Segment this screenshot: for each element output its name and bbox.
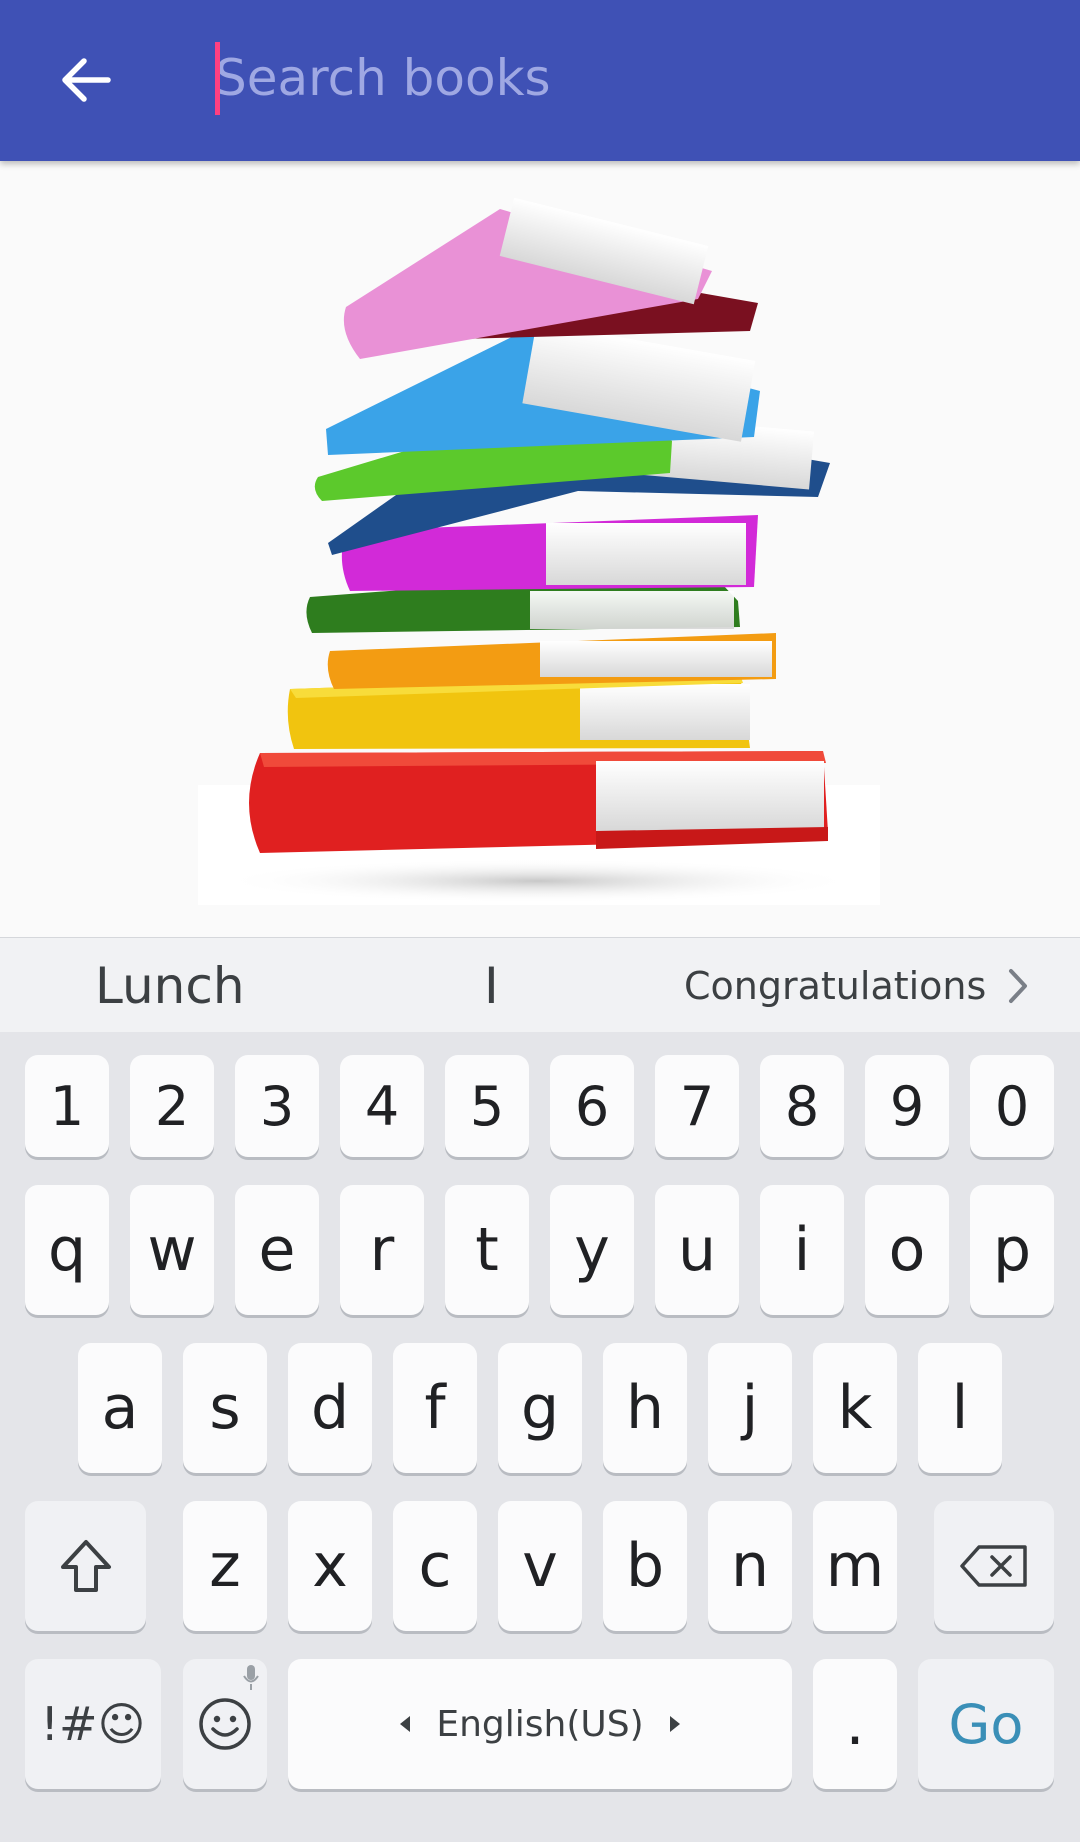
- key-i[interactable]: i: [760, 1185, 844, 1315]
- key-w[interactable]: w: [130, 1185, 214, 1315]
- chevron-right-icon: [1009, 968, 1027, 1003]
- keyboard: 1 2 3 4 5 6 7 8 9 0 q w e r t y u i o p …: [0, 1032, 1080, 1842]
- key-e[interactable]: e: [235, 1185, 319, 1315]
- key-a[interactable]: a: [78, 1343, 162, 1473]
- key-r[interactable]: r: [340, 1185, 424, 1315]
- emoji-key[interactable]: [183, 1659, 267, 1789]
- space-key[interactable]: English(US): [288, 1659, 792, 1789]
- key-2[interactable]: 2: [130, 1055, 214, 1157]
- key-6[interactable]: 6: [550, 1055, 634, 1157]
- triangle-right-icon: [669, 1716, 680, 1732]
- key-8[interactable]: 8: [760, 1055, 844, 1157]
- suggestion-3[interactable]: Congratulations: [684, 938, 986, 1033]
- text-cursor: [215, 42, 220, 115]
- search-input[interactable]: [215, 49, 1015, 107]
- mic-icon: [243, 1665, 259, 1690]
- search-box[interactable]: [215, 40, 1035, 116]
- suggestion-1[interactable]: Lunch: [95, 938, 245, 1033]
- app-bar: [0, 0, 1080, 161]
- key-4[interactable]: 4: [340, 1055, 424, 1157]
- key-f[interactable]: f: [393, 1343, 477, 1473]
- triangle-left-icon: [400, 1716, 411, 1732]
- key-h[interactable]: h: [603, 1343, 687, 1473]
- backspace-key[interactable]: [934, 1501, 1054, 1631]
- key-t[interactable]: t: [445, 1185, 529, 1315]
- shift-key[interactable]: [25, 1501, 146, 1631]
- key-b[interactable]: b: [603, 1501, 687, 1631]
- key-0[interactable]: 0: [970, 1055, 1054, 1157]
- arrow-back-icon: [62, 58, 111, 102]
- backspace-icon: [960, 1545, 1027, 1587]
- key-o[interactable]: o: [865, 1185, 949, 1315]
- key-p[interactable]: p: [970, 1185, 1054, 1315]
- back-button[interactable]: [50, 40, 122, 120]
- key-s[interactable]: s: [183, 1343, 267, 1473]
- main-content: [0, 161, 1080, 937]
- key-y[interactable]: y: [550, 1185, 634, 1315]
- key-z[interactable]: z: [183, 1501, 267, 1631]
- key-9[interactable]: 9: [865, 1055, 949, 1157]
- suggestion-2[interactable]: I: [484, 938, 499, 1033]
- emoji-icon: [199, 1698, 251, 1750]
- key-g[interactable]: g: [498, 1343, 582, 1473]
- shift-icon: [60, 1540, 111, 1592]
- key-q[interactable]: q: [25, 1185, 109, 1315]
- period-key[interactable]: .: [813, 1659, 897, 1789]
- suggestion-bar: Lunch I Congratulations: [0, 937, 1080, 1033]
- symbols-key[interactable]: !#☺: [25, 1659, 161, 1789]
- key-k[interactable]: k: [813, 1343, 897, 1473]
- key-m[interactable]: m: [813, 1501, 897, 1631]
- key-j[interactable]: j: [708, 1343, 792, 1473]
- key-v[interactable]: v: [498, 1501, 582, 1631]
- key-n[interactable]: n: [708, 1501, 792, 1631]
- key-3[interactable]: 3: [235, 1055, 319, 1157]
- key-u[interactable]: u: [655, 1185, 739, 1315]
- suggestions-more-button[interactable]: [998, 938, 1038, 1033]
- go-key[interactable]: Go: [918, 1659, 1054, 1789]
- key-d[interactable]: d: [288, 1343, 372, 1473]
- key-7[interactable]: 7: [655, 1055, 739, 1157]
- key-x[interactable]: x: [288, 1501, 372, 1631]
- book-stack-image: [198, 197, 880, 905]
- key-l[interactable]: l: [918, 1343, 1002, 1473]
- key-5[interactable]: 5: [445, 1055, 529, 1157]
- key-c[interactable]: c: [393, 1501, 477, 1631]
- space-language-label: English(US): [436, 1703, 644, 1745]
- key-1[interactable]: 1: [25, 1055, 109, 1157]
